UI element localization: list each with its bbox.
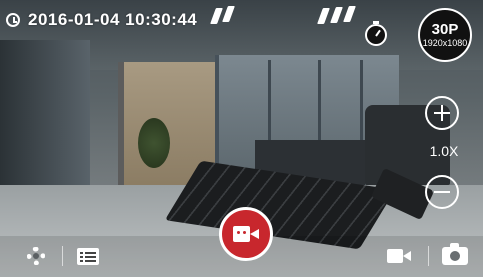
video-mode-icon[interactable]	[387, 249, 411, 263]
gear-icon[interactable]	[27, 247, 45, 265]
resolution-button[interactable]: 30P 1920x1080	[418, 8, 472, 62]
frame-rate-label: 30P	[431, 20, 459, 38]
clock-icon	[6, 13, 20, 27]
timestamp: 2016-01-04 10:30:44	[6, 10, 197, 30]
video-camera-icon	[233, 226, 259, 242]
record-button[interactable]	[219, 207, 273, 261]
toolbar-divider	[428, 246, 429, 266]
controls-overlay: 2016-01-04 10:30:44 30P 1920x1080 1.0X	[0, 0, 483, 277]
zoom-level: 1.0X	[429, 143, 459, 159]
list-icon[interactable]	[77, 248, 99, 265]
timestamp-text: 2016-01-04 10:30:44	[28, 10, 198, 29]
camera-viewfinder: 2016-01-04 10:30:44 30P 1920x1080 1.0X	[0, 0, 483, 277]
toolbar-divider	[62, 246, 63, 266]
resolution-label: 1920x1080	[422, 37, 468, 48]
timer-icon[interactable]	[365, 21, 387, 46]
camera-icon[interactable]	[442, 243, 468, 265]
zoom-in-button[interactable]	[425, 96, 459, 130]
zoom-out-button[interactable]	[425, 175, 459, 209]
